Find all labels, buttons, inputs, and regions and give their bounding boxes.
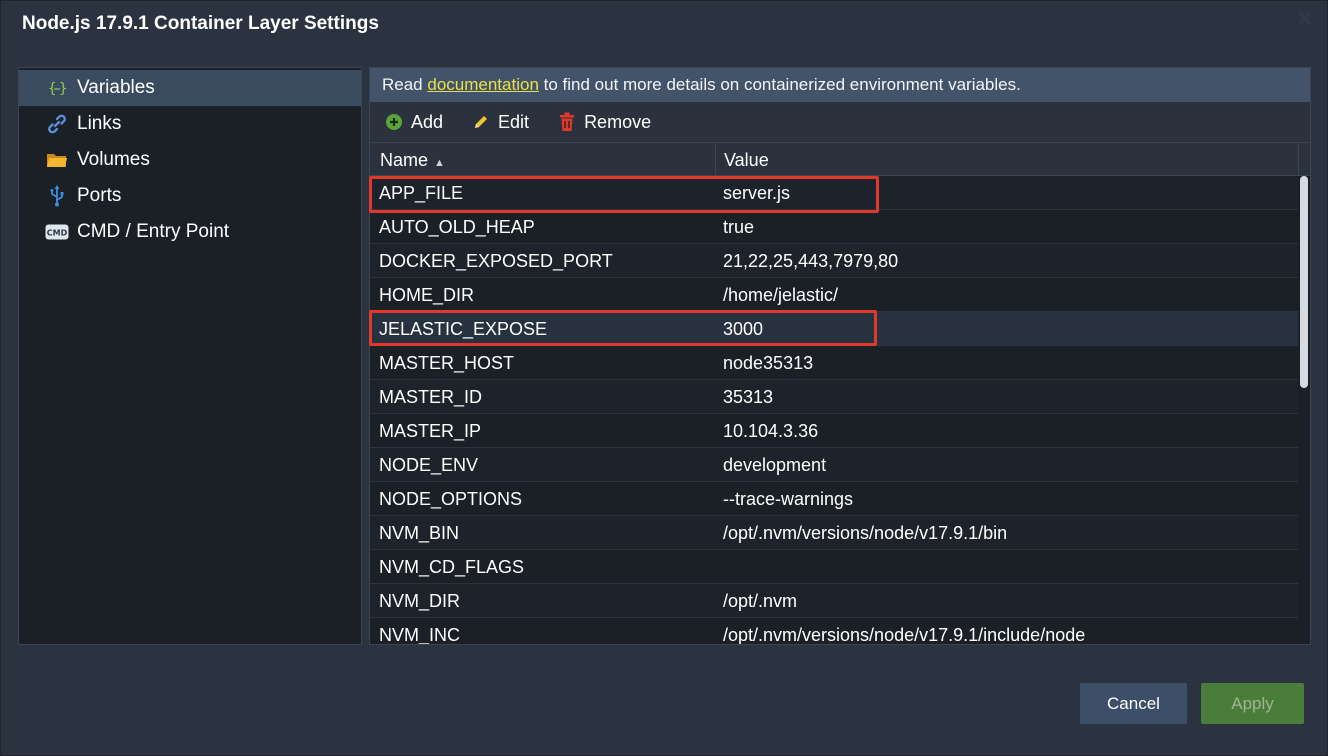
variables-table-body: APP_FILE server.js AUTO_OLD_HEAP true DO… bbox=[370, 176, 1298, 645]
table-row[interactable]: MASTER_HOST node35313 bbox=[370, 346, 1298, 380]
add-label: Add bbox=[411, 111, 444, 132]
variable-name: NVM_DIR bbox=[379, 591, 461, 611]
column-divider bbox=[1298, 143, 1299, 176]
table-row[interactable]: NVM_INC /opt/.nvm/versions/node/v17.9.1/… bbox=[370, 618, 1298, 645]
svg-text:}: } bbox=[59, 81, 67, 97]
variable-value: development bbox=[723, 455, 827, 475]
trash-icon bbox=[557, 112, 577, 132]
sidebar-item-cmd-entry-point[interactable]: CMD CMD / Entry Point bbox=[19, 214, 361, 250]
sidebar-item-label: Volumes bbox=[77, 149, 150, 170]
table-row[interactable]: NODE_ENV development bbox=[370, 448, 1298, 482]
remove-button[interactable]: Remove bbox=[557, 112, 651, 133]
table-row[interactable]: MASTER_ID 35313 bbox=[370, 380, 1298, 414]
edit-button[interactable]: Edit bbox=[471, 112, 529, 133]
variable-value: 21,22,25,443,7979,80 bbox=[723, 251, 899, 271]
variable-value: /home/jelastic/ bbox=[723, 285, 839, 305]
table-row[interactable]: NVM_BIN /opt/.nvm/versions/node/v17.9.1/… bbox=[370, 516, 1298, 550]
variable-name: HOME_DIR bbox=[379, 285, 475, 305]
table-row[interactable]: AUTO_OLD_HEAP true bbox=[370, 210, 1298, 244]
table-row[interactable]: NVM_CD_FLAGS bbox=[370, 550, 1298, 584]
variable-name: DOCKER_EXPOSED_PORT bbox=[379, 251, 613, 271]
cancel-button[interactable]: Cancel bbox=[1080, 683, 1187, 724]
remove-label: Remove bbox=[584, 111, 652, 132]
info-banner: Read documentation to find out more deta… bbox=[370, 68, 1310, 102]
usb-icon bbox=[45, 184, 69, 208]
variable-value: --trace-warnings bbox=[723, 489, 854, 509]
sidebar-item-volumes[interactable]: Volumes bbox=[19, 142, 361, 178]
sidebar-item-label: Links bbox=[77, 113, 122, 134]
plus-circle-icon bbox=[384, 112, 404, 132]
variable-value: 10.104.3.36 bbox=[723, 421, 819, 441]
variable-value: true bbox=[723, 217, 755, 237]
table-row[interactable]: HOME_DIR /home/jelastic/ bbox=[370, 278, 1298, 312]
link-icon bbox=[45, 112, 69, 136]
variable-name: MASTER_IP bbox=[379, 421, 482, 441]
variable-value: server.js bbox=[723, 183, 791, 203]
variable-name: AUTO_OLD_HEAP bbox=[379, 217, 535, 237]
table-row[interactable]: NODE_OPTIONS --trace-warnings bbox=[370, 482, 1298, 516]
dialog-titlebar: Node.js 17.9.1 Container Layer Settings … bbox=[1, 1, 1327, 49]
variable-name: NODE_ENV bbox=[379, 455, 479, 475]
variable-value: node35313 bbox=[723, 353, 814, 373]
variables-toolbar: Add Edit Remove bbox=[370, 102, 1310, 142]
variable-name: MASTER_HOST bbox=[379, 353, 515, 373]
table-scrollbar[interactable] bbox=[1298, 176, 1310, 644]
sidebar-item-label: Ports bbox=[77, 185, 122, 206]
settings-sidebar: {} Variables Links Volumes Ports CMD CMD… bbox=[18, 67, 362, 645]
variable-name: NVM_INC bbox=[379, 625, 461, 645]
sidebar-item-label: Variables bbox=[77, 77, 155, 98]
scrollbar-thumb[interactable] bbox=[1300, 176, 1308, 388]
sidebar-item-label: CMD / Entry Point bbox=[77, 221, 230, 242]
variable-name: NODE_OPTIONS bbox=[379, 489, 523, 509]
close-icon[interactable]: × bbox=[1293, 5, 1317, 31]
column-header-name[interactable]: Name ▲ bbox=[380, 150, 445, 171]
variable-name: NVM_BIN bbox=[379, 523, 460, 543]
add-button[interactable]: Add bbox=[384, 112, 443, 133]
documentation-link[interactable]: documentation bbox=[427, 75, 539, 94]
info-text-prefix: Read bbox=[382, 75, 428, 94]
info-text-suffix: to find out more details on containerize… bbox=[538, 75, 1021, 94]
variable-name: NVM_CD_FLAGS bbox=[379, 557, 525, 577]
column-divider bbox=[715, 143, 716, 176]
variable-value: /opt/.nvm bbox=[723, 591, 798, 611]
apply-button[interactable]: Apply bbox=[1201, 683, 1304, 724]
braces-icon: {} bbox=[45, 76, 69, 100]
column-header-value[interactable]: Value bbox=[724, 150, 769, 171]
variable-name: JELASTIC_EXPOSE bbox=[379, 319, 548, 339]
column-header-name-label: Name bbox=[380, 150, 429, 170]
variable-name: APP_FILE bbox=[379, 183, 464, 203]
table-row[interactable]: APP_FILE server.js bbox=[370, 176, 1298, 210]
svg-text:CMD: CMD bbox=[47, 229, 68, 238]
variable-value: 3000 bbox=[723, 319, 764, 339]
sidebar-item-ports[interactable]: Ports bbox=[19, 178, 361, 214]
edit-label: Edit bbox=[498, 111, 530, 132]
variable-name: MASTER_ID bbox=[379, 387, 483, 407]
table-row[interactable]: NVM_DIR /opt/.nvm bbox=[370, 584, 1298, 618]
dialog-title: Node.js 17.9.1 Container Layer Settings bbox=[22, 13, 379, 34]
container-settings-dialog: Node.js 17.9.1 Container Layer Settings … bbox=[0, 0, 1328, 756]
table-row[interactable]: DOCKER_EXPOSED_PORT 21,22,25,443,7979,80 bbox=[370, 244, 1298, 278]
table-row[interactable]: MASTER_IP 10.104.3.36 bbox=[370, 414, 1298, 448]
sidebar-item-variables[interactable]: {} Variables bbox=[19, 70, 361, 106]
variable-value: 35313 bbox=[723, 387, 774, 407]
pencil-icon bbox=[471, 112, 491, 132]
cmd-icon: CMD bbox=[45, 220, 69, 244]
variable-value: /opt/.nvm/versions/node/v17.9.1/include/… bbox=[723, 625, 1086, 645]
variables-panel: Read documentation to find out more deta… bbox=[369, 67, 1311, 645]
sort-ascending-icon: ▲ bbox=[434, 157, 445, 169]
sidebar-item-links[interactable]: Links bbox=[19, 106, 361, 142]
table-row-selected[interactable]: JELASTIC_EXPOSE 3000 bbox=[370, 312, 1298, 346]
table-header: Name ▲ Value bbox=[370, 142, 1310, 176]
folder-icon bbox=[45, 148, 69, 172]
variable-value: /opt/.nvm/versions/node/v17.9.1/bin bbox=[723, 523, 1008, 543]
